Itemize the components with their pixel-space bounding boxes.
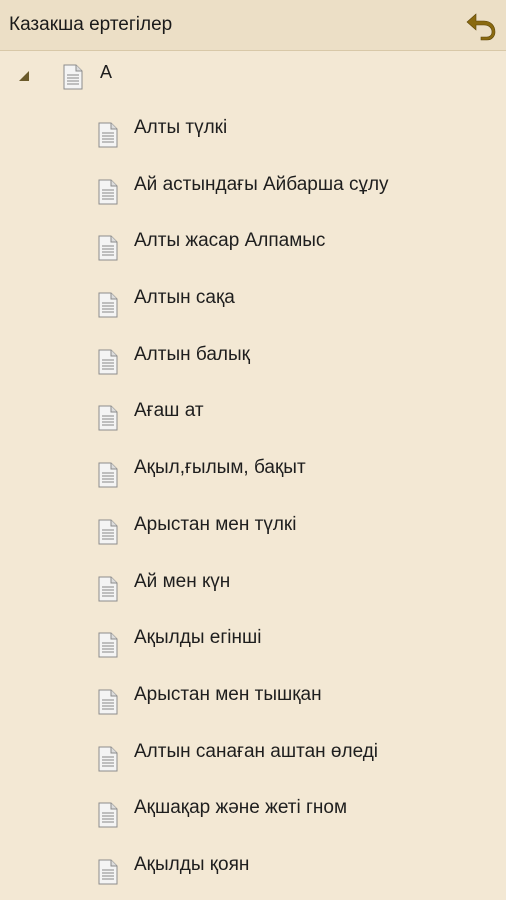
document-icon [98, 689, 118, 715]
document-icon [98, 632, 118, 658]
tree-item-label: Алтын балық [134, 343, 250, 365]
expand-triangle-icon[interactable] [18, 70, 30, 82]
tree-item[interactable]: Алтын сақа [0, 268, 506, 325]
tree-item-label: Алтын сақа [134, 287, 235, 309]
back-arrow-icon [466, 13, 496, 41]
document-icon [98, 746, 118, 772]
tree-group-label: А [100, 62, 113, 82]
document-icon [98, 122, 118, 148]
back-button[interactable] [464, 9, 498, 41]
document-icon [98, 179, 118, 205]
document-icon [98, 519, 118, 545]
tree-item-label: Алты жасар Алпамыс [134, 230, 326, 252]
tree-item[interactable]: Алты түлкі [0, 98, 506, 155]
tree-item[interactable]: Ақылды қоян [0, 835, 506, 892]
tree-item[interactable]: Ақылды егінші [0, 608, 506, 665]
tree-item-label: Ақылды қоян [134, 853, 250, 875]
tree-item[interactable]: Алты жасар Алпамыс [0, 211, 506, 268]
document-icon [98, 405, 118, 431]
tree-group-row[interactable]: А [0, 50, 506, 102]
tree-item[interactable]: Ағаш ат [0, 381, 506, 438]
tree-item-label: Ақшақар және жеті гном [134, 797, 348, 819]
tree-item-label: Ағаш ат [134, 400, 204, 422]
tree-item[interactable]: Ақыл,ғылым, бақыт [0, 438, 506, 495]
document-icon [98, 462, 118, 488]
tree-item[interactable]: Арыстан мен тышқан [0, 665, 506, 722]
tree-item-label: Алты түлкі [134, 117, 228, 138]
tree-item-label: Арыстан мен тышқан [134, 683, 322, 705]
tree-item-label: Ақыл,ғылым, бақыт [134, 457, 306, 479]
document-icon [98, 292, 118, 318]
tree-item-label: Алтын санаған аштан өледі [134, 740, 379, 762]
tree-item-label: Ай мен күн [134, 570, 231, 592]
app-title: Казакша ертегілер [9, 14, 173, 35]
document-icon [63, 64, 83, 90]
document-icon [98, 349, 118, 375]
tree-item[interactable]: Ақшақар және жеті гном [0, 778, 506, 835]
document-icon [98, 859, 118, 885]
tree-item[interactable]: Арыстан мен түлкі [0, 495, 506, 552]
document-icon [98, 576, 118, 601]
tree-item-list: Алты түлкі Ай астындағы Айбарша сұлу Алт… [0, 98, 506, 892]
document-icon [98, 235, 118, 261]
app-header: Казакша ертегілер [0, 0, 506, 51]
tree-item[interactable]: Алтын санаған аштан өледі [0, 722, 506, 779]
tree-item-label: Ай астындағы Айбарша сұлу [134, 173, 389, 195]
tree-item[interactable]: Алтын балық [0, 325, 506, 382]
tree-item[interactable]: Ай астындағы Айбарша сұлу [0, 155, 506, 212]
tree-item-label: Арыстан мен түлкі [134, 513, 297, 535]
tree-item[interactable]: Ай мен күн [0, 552, 506, 609]
tree-item-label: Ақылды егінші [134, 627, 262, 649]
document-icon [98, 802, 118, 828]
